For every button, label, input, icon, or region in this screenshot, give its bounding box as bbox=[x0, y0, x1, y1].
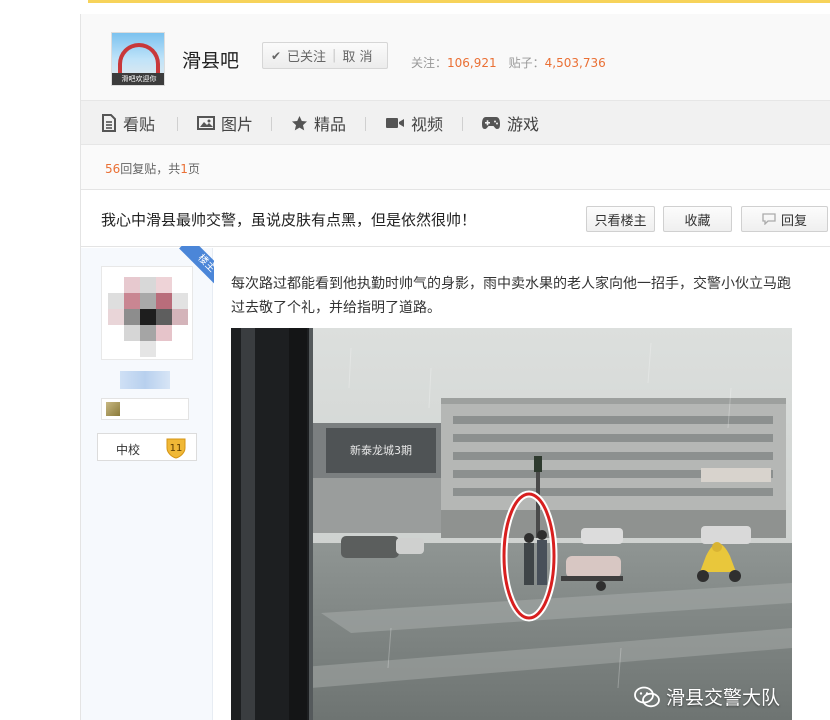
wechat-icon bbox=[634, 686, 660, 707]
tab-images[interactable]: 图片 bbox=[197, 101, 253, 145]
only-op-label: 只看楼主 bbox=[594, 213, 647, 229]
logo-arch-graphic bbox=[118, 43, 160, 73]
author-level-bar bbox=[101, 398, 189, 420]
only-op-button[interactable]: 只看楼主 bbox=[586, 206, 655, 232]
level-name: 中校 bbox=[116, 443, 141, 457]
forum-nav: 看贴 图片 精品 视频 游戏 bbox=[81, 100, 830, 145]
posts-count: 4,503,736 bbox=[544, 56, 606, 70]
video-camera-icon bbox=[386, 118, 404, 128]
speech-bubble-icon bbox=[762, 213, 776, 225]
avatar[interactable] bbox=[101, 266, 193, 360]
follow-status-box: ✔ 已关注 | 取 消 bbox=[262, 42, 388, 69]
tab-games-label: 游戏 bbox=[507, 115, 540, 134]
unfollow-button[interactable]: 取 消 bbox=[342, 46, 372, 65]
tab-featured-label: 精品 bbox=[314, 115, 347, 134]
wechat-watermark: 滑县交警大队 bbox=[634, 683, 780, 710]
level-chip-icon bbox=[106, 402, 120, 416]
building-sign: 新泰龙城3期 bbox=[350, 443, 412, 457]
top-accent-strip bbox=[88, 0, 830, 3]
followers-count: 106,921 bbox=[447, 56, 497, 70]
tab-posts-label: 看贴 bbox=[123, 115, 156, 134]
gamepad-icon bbox=[482, 117, 500, 129]
tab-games[interactable]: 游戏 bbox=[481, 101, 539, 145]
tab-posts[interactable]: 看贴 bbox=[101, 101, 155, 145]
follow-divider: | bbox=[332, 48, 337, 63]
post-photo[interactable]: 新泰龙城3期 滑县交警大队 bbox=[231, 328, 792, 720]
tab-videos-label: 视频 bbox=[411, 115, 444, 134]
author-name-blurred[interactable] bbox=[120, 371, 170, 389]
tab-videos[interactable]: 视频 bbox=[385, 101, 443, 145]
nav-divider bbox=[271, 117, 272, 131]
reply-counter: 56回复贴，共1页 bbox=[105, 160, 200, 177]
forum-name[interactable]: 滑县吧 bbox=[182, 46, 239, 73]
tab-images-label: 图片 bbox=[221, 115, 254, 134]
reply-count-suffix: 回复贴，共 bbox=[120, 162, 181, 176]
page-count-suffix: 页 bbox=[187, 162, 200, 176]
post-body-text: 每次路过都能看到他执勤时帅气的身影，雨中卖水果的老人家向他一招手，交警小伙立马跑… bbox=[231, 276, 791, 316]
author-level[interactable]: 中校 11 bbox=[97, 433, 197, 461]
followers-label: 关注： bbox=[411, 56, 448, 70]
tab-featured[interactable]: 精品 bbox=[291, 101, 346, 145]
favorite-button[interactable]: 收藏 bbox=[663, 206, 732, 232]
nav-divider bbox=[177, 117, 178, 131]
thread-title-bar: 我心中滑县最帅交警，虽说皮肤有点黑，但是依然很帅！ 只看楼主 收藏 回复 bbox=[81, 189, 830, 247]
logo-text: 滑吧欢迎你 bbox=[121, 75, 157, 83]
reply-label: 回复 bbox=[780, 213, 807, 229]
forum-stats: 关注：106,921 贴子：4,503,736 bbox=[411, 54, 606, 71]
thread-title: 我心中滑县最帅交警，虽说皮肤有点黑，但是依然很帅！ bbox=[101, 211, 477, 229]
forum-logo[interactable]: 滑吧欢迎你 bbox=[111, 32, 165, 86]
favorite-label: 收藏 bbox=[684, 213, 711, 229]
page-count: 1 bbox=[180, 162, 188, 176]
watermark-text: 滑县交警大队 bbox=[665, 687, 780, 709]
reply-button[interactable]: 回复 bbox=[741, 206, 828, 232]
nav-divider bbox=[462, 117, 463, 131]
image-icon bbox=[197, 116, 215, 130]
document-icon bbox=[102, 114, 116, 132]
rainy-street-photo: 新泰龙城3期 bbox=[231, 328, 792, 720]
posts-label: 贴子： bbox=[508, 56, 545, 70]
reply-count: 56 bbox=[105, 162, 121, 176]
star-icon bbox=[292, 115, 307, 130]
level-badge-icon: 11 bbox=[166, 438, 186, 459]
nav-divider bbox=[365, 117, 366, 131]
reply-counter-bar: 56回复贴，共1页 bbox=[81, 145, 830, 189]
forum-header: 滑吧欢迎你 滑县吧 ✔ 已关注 | 取 消 关注：106,921 贴子：4,503… bbox=[81, 14, 830, 100]
thread-page: 滑吧欢迎你 滑县吧 ✔ 已关注 | 取 消 关注：106,921 贴子：4,503… bbox=[80, 14, 830, 720]
check-icon: ✔ bbox=[271, 48, 282, 63]
followed-label: 已关注 bbox=[287, 50, 327, 65]
level-number: 11 bbox=[170, 443, 183, 454]
